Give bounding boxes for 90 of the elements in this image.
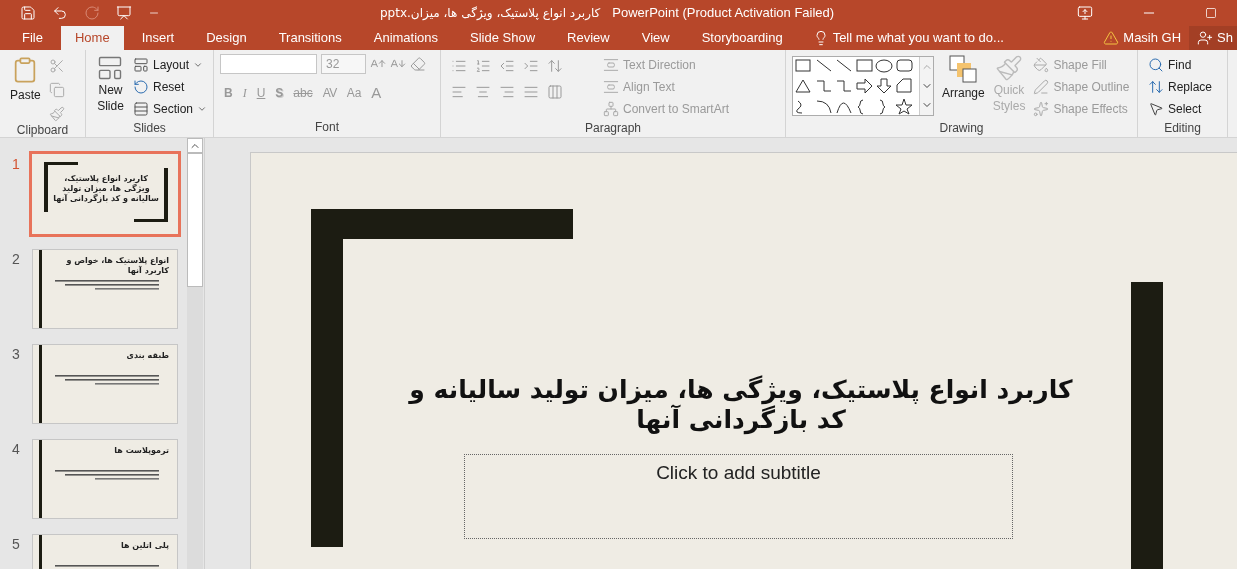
undo-icon[interactable]	[52, 4, 68, 21]
layout-icon	[132, 57, 149, 73]
smartart-icon	[603, 101, 619, 117]
new-slide-button[interactable]: New Slide	[92, 54, 129, 114]
group-label: Editing	[1163, 120, 1202, 137]
numbering-icon[interactable]	[475, 58, 491, 74]
clear-formatting-icon[interactable]	[410, 56, 426, 72]
bullets-icon[interactable]	[451, 58, 467, 74]
justify-icon[interactable]	[523, 84, 539, 100]
ribbon-tab[interactable]: View	[627, 26, 684, 50]
search-icon	[1148, 57, 1164, 73]
ribbon-tab[interactable]: File	[8, 26, 57, 50]
thumbnail-title: انواع پلاستیک ها، خواص و کاربرد آنها	[65, 256, 169, 276]
ribbon-command[interactable]: Find	[1144, 54, 1217, 76]
thumbnail-title: ترموپلاست ها	[113, 446, 169, 456]
font-size-field[interactable]: 32	[321, 54, 366, 74]
reset-icon	[132, 79, 149, 95]
copy-icon[interactable]	[48, 82, 65, 98]
slide-title: کاربرد انواع پلاستیک، ویژگی ها، میزان تولید سالیانه و کد بازگردانی آنها	[407, 375, 1074, 435]
scrollbar[interactable]	[187, 138, 203, 569]
ribbon-tab[interactable]: Review	[553, 26, 624, 50]
save-icon[interactable]	[20, 4, 36, 21]
pointer-icon	[1148, 101, 1164, 117]
slide-thumbnail[interactable]: کاربرد انواع پلاستیک، ویژگی ها، میزان تولید سالیانه و کد بازگردانی آنها	[32, 154, 178, 234]
cut-icon[interactable]	[48, 58, 65, 74]
align-right-icon[interactable]	[499, 84, 515, 100]
ribbon-tab[interactable]: Design	[192, 26, 261, 50]
format-painter-icon[interactable]	[48, 106, 65, 122]
subtitle-placeholder[interactable]: Click to add subtitle	[464, 454, 1013, 539]
ribbon-tab[interactable]: Storyboarding	[687, 26, 797, 50]
slides-command[interactable]: Reset	[132, 76, 207, 98]
font-format-button[interactable]: U	[256, 84, 266, 103]
slides-command[interactable]: Layout	[132, 54, 207, 76]
slide-thumbnail[interactable]: طبقه بندی	[32, 344, 178, 424]
scroll-up-button[interactable]	[187, 138, 203, 153]
share-button[interactable]: Sh	[1189, 26, 1237, 50]
window-title: PowerPoint (Product Activation Failed)	[612, 3, 835, 22]
font-name-field[interactable]	[220, 54, 317, 74]
ribbon-tab[interactable]: Animations	[359, 26, 453, 50]
effects-icon	[1033, 101, 1050, 117]
columns-icon[interactable]	[547, 84, 563, 100]
decrease-indent-icon[interactable]	[499, 58, 515, 74]
ribbon-tab[interactable]: Transitions	[264, 26, 356, 50]
group-label: Slides	[132, 120, 167, 137]
slide-number: 3	[12, 345, 21, 364]
thumbnail-title: طبقه بندی	[125, 351, 169, 361]
file-name: کاربرد انواع پلاستیک، ویژگی ها، میزان.pptx	[380, 4, 601, 22]
redo-icon[interactable]	[84, 4, 100, 21]
dropdown-icon	[193, 60, 203, 70]
increase-indent-icon[interactable]	[523, 58, 539, 74]
ribbon-command[interactable]: Replace	[1144, 76, 1217, 98]
group-label: Drawing	[938, 120, 985, 137]
slides-command[interactable]: Section	[132, 98, 207, 120]
dropdown-icon	[197, 104, 207, 114]
slide-thumbnail[interactable]: ترموپلاست ها	[32, 439, 178, 519]
arrange-icon	[948, 54, 979, 84]
thumbnail-title: کاربرد انواع پلاستیک، ویژگی ها، میزان تولید سالیانه و کد بازگردانی آنها	[52, 174, 160, 204]
slide-number: 2	[12, 250, 21, 269]
slide-thumbnail[interactable]: پلی اتلین ها	[32, 534, 178, 569]
arrange-button[interactable]: Arrange	[938, 54, 989, 102]
align-center-icon[interactable]	[475, 84, 491, 100]
slide-number: 5	[12, 535, 21, 554]
ribbon-display-icon[interactable]	[1077, 4, 1093, 21]
fill-bucket-icon	[1033, 57, 1050, 73]
restore-icon[interactable]	[1205, 6, 1217, 19]
slide-number: 1	[12, 155, 21, 174]
share-icon	[1197, 30, 1214, 46]
gallery-scrollbar[interactable]	[919, 57, 933, 115]
group-label: Font	[314, 119, 340, 136]
thumbnail-title: پلی اتلین ها	[120, 541, 169, 551]
slide-thumbnail[interactable]: انواع پلاستیک ها، خواص و کاربرد آنها	[32, 249, 178, 329]
align-left-icon[interactable]	[451, 84, 467, 100]
group-label: Clipboard	[15, 122, 70, 139]
slide-number: 4	[12, 440, 21, 459]
scroll-thumb[interactable]	[187, 153, 203, 287]
user-name[interactable]: Masih GH	[1123, 28, 1182, 48]
pen-icon	[1033, 79, 1050, 95]
warning-icon	[1103, 30, 1120, 46]
section-icon	[132, 101, 149, 117]
ribbon-tab[interactable]: Home	[60, 26, 124, 50]
paste-button[interactable]: Paste	[6, 54, 45, 104]
ribbon-tab[interactable]: Slide Show	[456, 26, 550, 50]
line-spacing-icon[interactable]	[547, 58, 563, 74]
replace-icon	[1148, 79, 1164, 95]
ribbon-tab[interactable]: Insert	[127, 26, 189, 50]
group-label: Paragraph	[583, 120, 642, 137]
presentation-icon[interactable]	[116, 4, 132, 21]
quick-styles-icon	[995, 54, 1024, 82]
ribbon-command[interactable]: Select	[1144, 98, 1217, 120]
tell-me-field[interactable]: Tell me what you want to do...	[832, 28, 1004, 48]
